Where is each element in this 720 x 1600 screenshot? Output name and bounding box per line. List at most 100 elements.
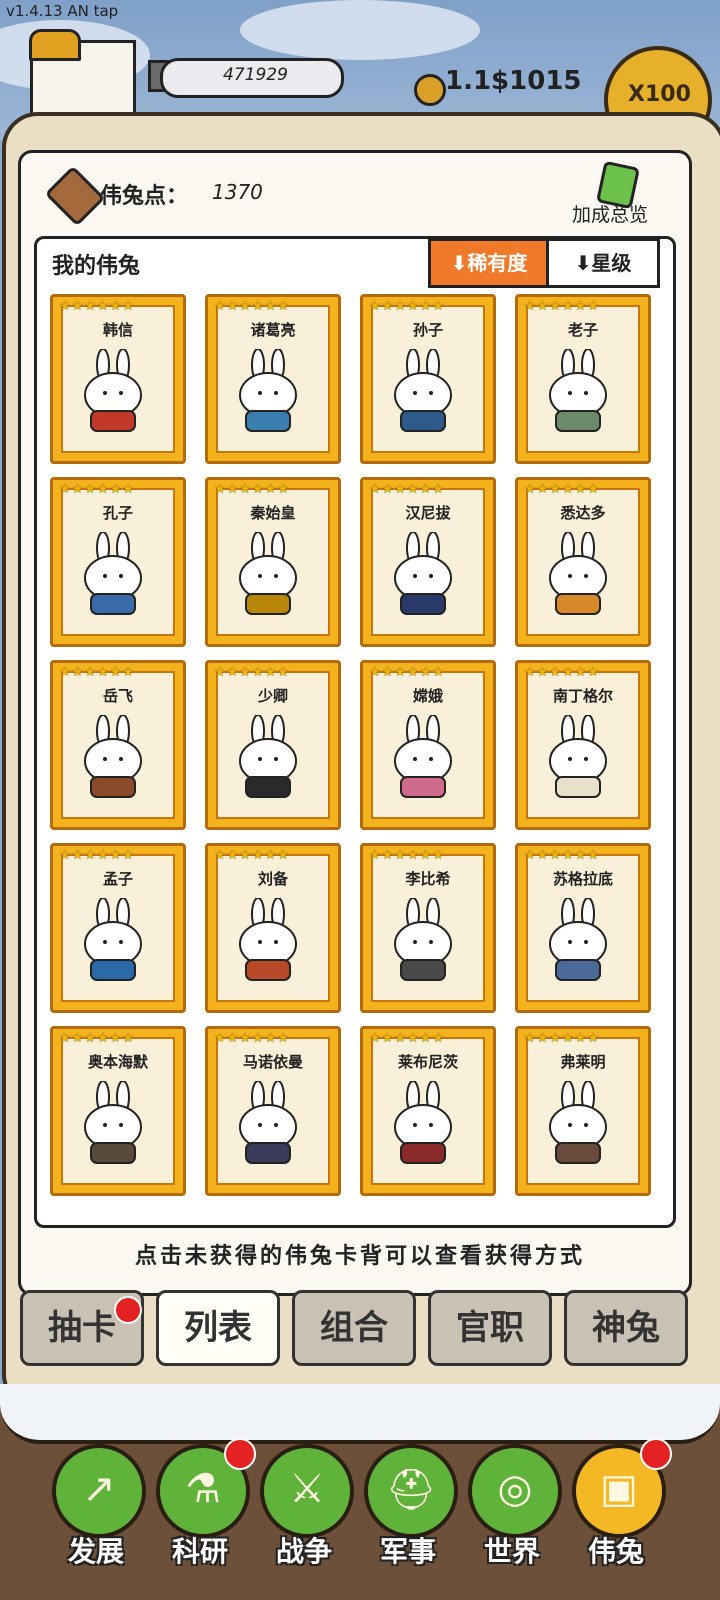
resource-bar: 471929	[160, 58, 344, 98]
rabbit-portrait	[84, 532, 142, 615]
rabbit-card[interactable]: ★★★★★★ 孔子	[50, 477, 186, 647]
nav-label: 发展	[67, 1535, 124, 1568]
notification-dot	[114, 1296, 142, 1324]
nav-label: 战争	[275, 1535, 332, 1568]
world-icon: ◎	[497, 1466, 533, 1512]
card-stars: ★★★★★★	[524, 848, 600, 863]
points-value: 1370	[212, 180, 263, 204]
rabbit-portrait	[394, 898, 452, 981]
notification-dot	[640, 1438, 672, 1470]
nav-button-circle: ⚔	[260, 1444, 354, 1538]
card-name: 马诺依曼	[242, 1053, 303, 1071]
card-stars: ★★★★★★	[59, 1031, 135, 1046]
rabbit-portrait	[84, 349, 142, 432]
rabbit-card[interactable]: ★★★★★★ 诸葛亮	[205, 294, 341, 464]
card-stars: ★★★★★★	[524, 299, 600, 314]
nav-label: 世界	[483, 1535, 540, 1568]
military-icon: ⛑	[385, 1467, 437, 1513]
cloud	[240, 0, 480, 60]
nav-button-circle: ↗	[52, 1444, 146, 1538]
rabbit-card[interactable]: ★★★★★★ 孟子	[50, 843, 186, 1013]
rabbit-portrait	[239, 532, 297, 615]
card-name: 悉达多	[560, 504, 606, 522]
nav-war[interactable]: ⚔ 战争	[258, 1444, 354, 1594]
card-name: 老子	[567, 321, 598, 339]
card-stars: ★★★★★★	[524, 482, 600, 497]
nav-label: 科研	[171, 1535, 228, 1568]
rabbit-portrait	[394, 349, 452, 432]
tab-2[interactable]: 组合	[292, 1290, 416, 1366]
rabbit-card[interactable]: ★★★★★★ 秦始皇	[205, 477, 341, 647]
nav-develop[interactable]: ↗ 发展	[50, 1444, 146, 1594]
card-stars: ★★★★★★	[369, 1031, 445, 1046]
card-name: 南丁格尔	[552, 687, 613, 705]
rabbit-card[interactable]: ★★★★★★ 李比希	[360, 843, 496, 1013]
rabbit-card[interactable]: ★★★★★★ 岳飞	[50, 660, 186, 830]
sort-star-button[interactable]: ⬇星级	[546, 238, 660, 288]
rabbit-card[interactable]: ★★★★★★ 嫦娥	[360, 660, 496, 830]
tab-label: 抽卡	[48, 1308, 116, 1348]
bonus-overview-button[interactable]: 加成总览	[572, 200, 648, 227]
points-label: 伟兔点：	[100, 184, 189, 209]
notification-dot	[224, 1438, 256, 1470]
rabbit-card[interactable]: ★★★★★★ 汉尼拔	[360, 477, 496, 647]
tab-label: 列表	[184, 1308, 252, 1348]
coin-icon	[414, 74, 446, 106]
sort-rarity-button[interactable]: ⬇稀有度	[428, 238, 550, 288]
rabbit-card[interactable]: ★★★★★★ 苏格拉底	[515, 843, 651, 1013]
card-name: 苏格拉底	[552, 870, 613, 888]
multiplier-label: X100	[628, 82, 691, 107]
rabbit-portrait	[394, 715, 452, 798]
rabbit-portrait	[239, 1081, 297, 1164]
tab-3[interactable]: 官职	[428, 1290, 552, 1366]
rabbit-card[interactable]: ★★★★★★ 少卿	[205, 660, 341, 830]
rabbit-card[interactable]: ★★★★★★ 莱布尼茨	[360, 1026, 496, 1196]
card-stars: ★★★★★★	[369, 848, 445, 863]
rabbit-portrait	[239, 715, 297, 798]
rabbit-card[interactable]: ★★★★★★ 刘备	[205, 843, 341, 1013]
nav-world[interactable]: ◎ 世界	[466, 1444, 562, 1594]
rabbit-portrait	[394, 1081, 452, 1164]
card-name: 孔子	[102, 504, 133, 522]
rabbit-portrait	[549, 349, 607, 432]
card-name: 汉尼拔	[405, 504, 451, 522]
nav-label: 军事	[379, 1535, 436, 1568]
crown-icon	[29, 29, 81, 61]
nav-military[interactable]: ⛑ 军事	[362, 1444, 458, 1594]
card-stars: ★★★★★★	[214, 848, 290, 863]
nav-snow-decoration	[0, 1384, 720, 1444]
rabbit-card[interactable]: ★★★★★★ 南丁格尔	[515, 660, 651, 830]
rabbit-card[interactable]: ★★★★★★ 韩信	[50, 294, 186, 464]
rabbit-card[interactable]: ★★★★★★ 奥本海默	[50, 1026, 186, 1196]
research-icon: ⚗	[185, 1466, 221, 1512]
hint-text: 点击未获得的伟兔卡背可以查看获得方式	[134, 1244, 585, 1269]
card-name: 李比希	[405, 870, 451, 888]
card-name: 少卿	[257, 687, 288, 705]
rabbit-portrait	[84, 715, 142, 798]
rabbit-card[interactable]: ★★★★★★ 悉达多	[515, 477, 651, 647]
card-stars: ★★★★★★	[524, 665, 600, 680]
tab-label: 官职	[456, 1308, 524, 1348]
card-stars: ★★★★★★	[369, 299, 445, 314]
card-stars: ★★★★★★	[59, 848, 135, 863]
card-stars: ★★★★★★	[214, 665, 290, 680]
rabbit-card[interactable]: ★★★★★★ 孙子	[360, 294, 496, 464]
player-avatar[interactable]	[29, 29, 136, 116]
rabbit-card[interactable]: ★★★★★★ 弗莱明	[515, 1026, 651, 1196]
rabbit-card[interactable]: ★★★★★★ 马诺依曼	[205, 1026, 341, 1196]
card-name: 弗莱明	[560, 1053, 606, 1071]
card-stars: ★★★★★★	[59, 665, 135, 680]
rabbit-portrait	[549, 532, 607, 615]
card-stars: ★★★★★★	[214, 299, 290, 314]
rabbit-card[interactable]: ★★★★★★ 老子	[515, 294, 651, 464]
card-stars: ★★★★★★	[214, 482, 290, 497]
card-name: 莱布尼茨	[397, 1053, 458, 1071]
card-stars: ★★★★★★	[59, 482, 135, 497]
card-name: 岳飞	[102, 687, 133, 705]
nav-button-circle: ⛑	[364, 1444, 458, 1538]
card-stars: ★★★★★★	[524, 1031, 600, 1046]
card-name: 韩信	[102, 321, 133, 339]
tab-4[interactable]: 神兔	[564, 1290, 688, 1366]
tab-1[interactable]: 列表	[156, 1290, 280, 1366]
version-label: v1.4.13 AN tap	[6, 2, 119, 20]
